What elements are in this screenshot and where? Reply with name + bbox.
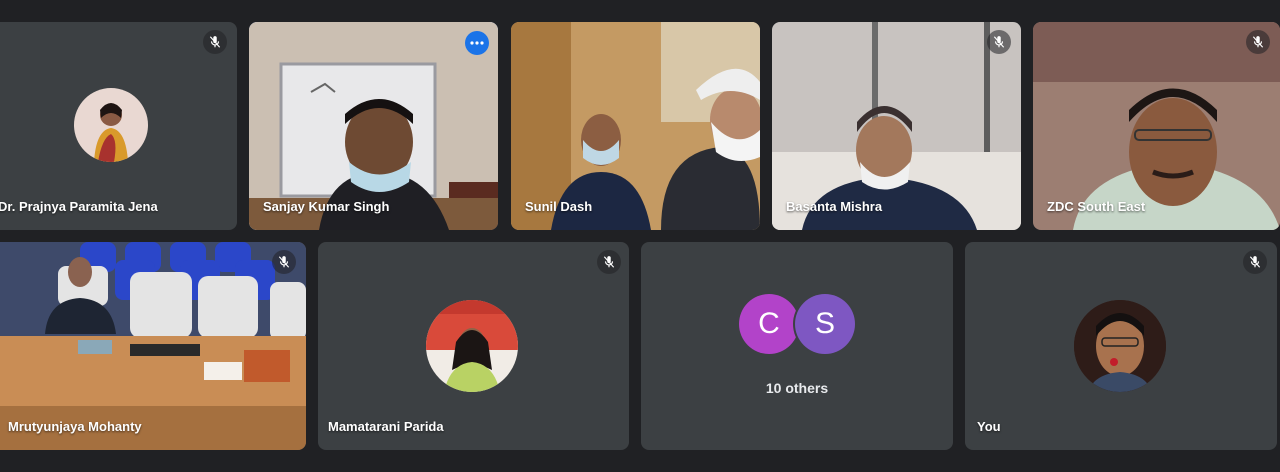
others-avatar: C [739,294,799,354]
participant-tile-sunil[interactable]: Sunil Dash [511,22,760,230]
mic-off-icon [203,30,227,54]
participant-name: Basanta Mishra [786,199,883,214]
participant-name: Mrutyunjaya Mohanty [8,419,142,434]
avatar [426,300,518,392]
participant-name: Mamatarani Parida [328,419,444,434]
others-initial: C [758,307,780,340]
participant-tile-others[interactable]: C S 10 others [641,242,953,450]
mic-off-icon [272,250,296,274]
participant-name: Sunil Dash [525,199,593,214]
participant-tile-prajnya[interactable]: Dr. Prajnya Paramita Jena [0,22,237,230]
others-initial: S [814,307,835,340]
mic-off-icon [597,250,621,274]
participant-name: You [977,419,1001,434]
mic-off-icon [987,30,1011,54]
avatar [1074,300,1166,392]
others-avatar: S [795,294,855,354]
others-count-label: 10 others [765,380,829,396]
avatar [74,88,148,162]
participant-tile-you[interactable]: You [965,242,1277,450]
participant-tile-basanta[interactable]: Basanta Mishra [772,22,1021,230]
participant-name: ZDC South East [1047,199,1146,214]
participant-name: Sanjay Kumar Singh [263,199,390,214]
participant-tile-mamatarani[interactable]: Mamatarani Parida [318,242,629,450]
mic-off-icon [1246,30,1270,54]
participant-tile-sanjay[interactable]: Sanjay Kumar Singh [249,22,498,230]
participant-tile-zdc[interactable]: ZDC South East [1033,22,1280,230]
participant-tile-mrutyunjaya[interactable]: Mrutyunjaya Mohanty [0,242,306,450]
mic-off-icon [1243,250,1267,274]
participant-name: Dr. Prajnya Paramita Jena [0,199,158,214]
more-options-icon[interactable] [465,31,489,55]
